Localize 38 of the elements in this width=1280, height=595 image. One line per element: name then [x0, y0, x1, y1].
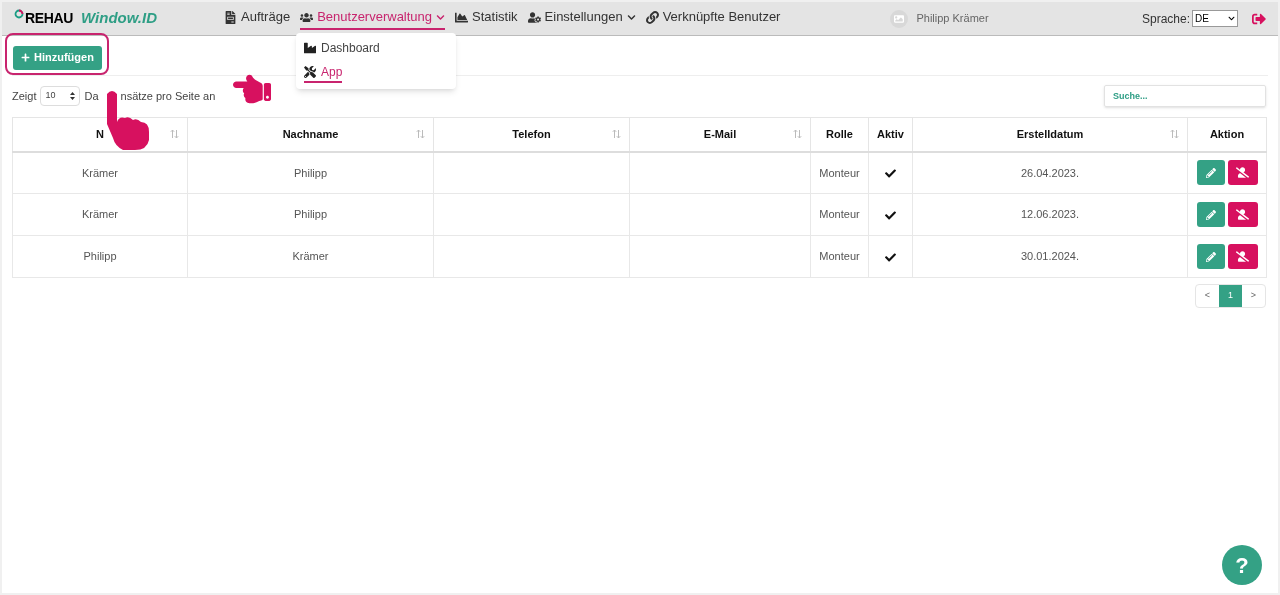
show-label: Zeigt — [12, 88, 37, 104]
table-cell: 26.04.2023. — [912, 151, 1188, 194]
table-cell: Krämer — [12, 151, 188, 194]
per-page-label: Da — [84, 88, 99, 104]
column-header: Rolle — [810, 117, 869, 152]
table-cell: Monteur — [810, 193, 869, 236]
nav-link[interactable]: Einstellungen — [527, 7, 636, 30]
nav-link[interactable]: Benutzerverwaltung — [300, 7, 446, 30]
previous-page-button[interactable]: < — [1196, 285, 1219, 307]
product-name: Window.ID — [81, 8, 157, 29]
language-label: Sprache: — [1141, 10, 1190, 28]
table-cell: Philipp — [12, 235, 188, 278]
menu-item[interactable]: App — [304, 63, 343, 83]
table-cell: Monteur — [810, 235, 869, 278]
column-header[interactable]: Nachname — [187, 117, 434, 152]
per-page-label: nsätze pro Seite an — [120, 88, 216, 104]
table-cell: Philipp — [187, 151, 434, 194]
user-name: Philipp Krämer — [916, 11, 989, 27]
nav-link[interactable]: Statistik — [455, 7, 518, 30]
table-cell: Monteur — [810, 151, 869, 194]
table-cell: Krämer — [187, 235, 434, 278]
brand-name: REHAU — [25, 9, 74, 28]
column-header[interactable]: E-Mail — [629, 117, 811, 152]
nav-link[interactable]: Verknüpfte Benutzer — [645, 7, 781, 30]
next-page-button[interactable]: > — [1242, 285, 1265, 307]
table-cell: Krämer — [12, 193, 188, 236]
language-select[interactable]: DE — [1192, 10, 1238, 27]
nav-link[interactable]: Aufträge — [224, 7, 291, 30]
column-header: Aktiv — [868, 117, 913, 152]
page-length-select[interactable]: 10 — [40, 86, 81, 106]
menu-item[interactable]: Dashboard — [304, 39, 380, 59]
table-cell: Philipp — [187, 193, 434, 236]
column-header[interactable]: Erstelldatum — [912, 117, 1188, 152]
table-cell: 12.06.2023. — [912, 193, 1188, 236]
column-header[interactable]: Telefon — [433, 117, 630, 152]
column-header: Aktion — [1187, 117, 1267, 152]
table-cell: 30.01.2024. — [912, 235, 1188, 278]
search-field[interactable]: Suche... — [1104, 85, 1266, 107]
